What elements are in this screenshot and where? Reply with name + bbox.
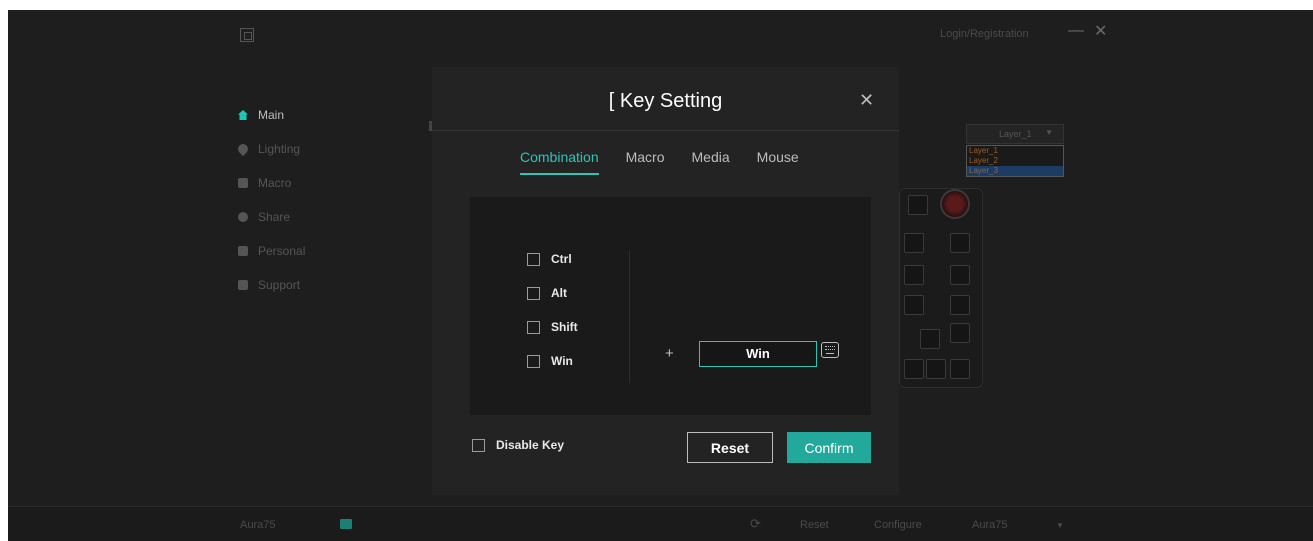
keyboard-key[interactable]	[950, 359, 970, 379]
sidebar-item-main[interactable]: Main	[238, 98, 305, 132]
close-icon[interactable]: ✕	[859, 90, 874, 111]
key-setting-dialog: [ Key Setting ✕ Combination Macro Media …	[432, 67, 899, 495]
sidebar-item-label: Lighting	[258, 142, 301, 156]
user-icon	[238, 246, 248, 256]
modifier-shift[interactable]: Shift	[527, 310, 578, 344]
sidebar-item-share[interactable]: Share	[238, 200, 305, 234]
modifier-label: Ctrl	[551, 252, 572, 266]
keyboard-key[interactable]	[950, 323, 970, 343]
layer-select-value: Layer_1	[999, 129, 1032, 139]
tab-media[interactable]: Media	[692, 149, 730, 175]
keyboard-key[interactable]	[950, 265, 970, 285]
tab-mouse[interactable]: Mouse	[757, 149, 799, 175]
login-link[interactable]: Login/Registration	[940, 28, 1029, 40]
sidebar-item-label: Macro	[258, 176, 292, 190]
modifier-ctrl[interactable]: Ctrl	[527, 242, 578, 276]
bottom-bar: Aura75 ⟳ Reset Configure Aura75 ▼	[8, 506, 1313, 541]
confirm-button[interactable]: Confirm	[787, 432, 871, 463]
win-checkbox[interactable]	[527, 354, 540, 368]
layer-option[interactable]: Layer_3	[967, 166, 1063, 176]
sidebar-item-label: Support	[258, 278, 301, 292]
keyboard-key[interactable]	[950, 233, 970, 253]
tab-bar: Combination Macro Media Mouse	[520, 149, 826, 175]
minimize-icon[interactable]: —	[1068, 22, 1084, 40]
home-icon	[238, 110, 248, 120]
sidebar-item-label: Share	[258, 210, 291, 224]
layer-select[interactable]: Layer_1 ▼	[966, 124, 1064, 144]
ctrl-checkbox[interactable]	[527, 252, 540, 266]
keyboard-key[interactable]	[904, 233, 924, 253]
modifier-alt[interactable]: Alt	[527, 276, 578, 310]
key-input[interactable]: Win	[699, 341, 817, 367]
bulb-icon	[235, 141, 251, 157]
reset-button[interactable]: Reset	[800, 519, 829, 531]
disable-key-checkbox[interactable]	[472, 438, 485, 452]
shift-checkbox[interactable]	[527, 320, 540, 334]
keyboard-key[interactable]	[920, 329, 940, 349]
keyboard-key[interactable]	[950, 295, 970, 315]
rotary-knob[interactable]	[940, 189, 970, 219]
modifier-label: Win	[551, 354, 573, 368]
app-window: Login/Registration — ✕ Main Lighting Mac…	[8, 10, 1313, 541]
sidebar-item-label: Personal	[258, 244, 306, 258]
layer-option[interactable]: Layer_1	[967, 146, 1063, 156]
sidebar-item-personal[interactable]: Personal	[238, 234, 305, 268]
caret-down-icon[interactable]: ▼	[1056, 521, 1064, 530]
layer-dropdown-list: Layer_1 Layer_2 Layer_3	[966, 145, 1064, 177]
divider	[432, 130, 899, 131]
sidebar-item-label: Main	[258, 108, 285, 122]
heart-icon	[238, 280, 248, 290]
layer-option[interactable]: Layer_2	[967, 156, 1063, 166]
divider	[629, 251, 630, 383]
keyboard-key[interactable]	[904, 359, 924, 379]
share-icon	[238, 212, 248, 222]
configure-button[interactable]: Configure	[874, 519, 922, 531]
keyboard-icon	[340, 519, 352, 529]
alt-checkbox[interactable]	[527, 286, 540, 300]
app-logo-icon	[240, 28, 254, 42]
keyboard-preview	[899, 188, 983, 388]
sidebar-item-lighting[interactable]: Lighting	[235, 132, 305, 166]
tab-combination[interactable]: Combination	[520, 149, 599, 175]
sidebar-item-macro[interactable]: Macro	[238, 166, 305, 200]
keyboard-key[interactable]	[926, 359, 946, 379]
modifier-win[interactable]: Win	[527, 344, 578, 378]
tab-macro[interactable]: Macro	[626, 149, 665, 175]
sidebar-item-support[interactable]: Support	[238, 268, 305, 302]
refresh-icon[interactable]: ⟳	[750, 516, 761, 532]
sidebar: Main Lighting Macro Share Personal Suppo…	[235, 98, 305, 302]
modifier-label: Shift	[551, 320, 578, 334]
caret-down-icon: ▼	[1045, 128, 1053, 137]
combination-panel: Ctrl Alt Shift Win + Win	[470, 197, 871, 415]
plus-sign: +	[665, 345, 674, 362]
device-name: Aura75	[240, 519, 276, 531]
disable-key-option[interactable]: Disable Key	[472, 438, 564, 452]
keyboard-picker-icon[interactable]	[821, 342, 839, 358]
keyboard-key[interactable]	[904, 265, 924, 285]
window-close-icon[interactable]: ✕	[1094, 21, 1107, 41]
modifier-label: Alt	[551, 286, 567, 300]
keyboard-key[interactable]	[908, 195, 928, 215]
modifier-list: Ctrl Alt Shift Win	[527, 242, 578, 378]
disable-key-label: Disable Key	[496, 438, 565, 452]
profile-select[interactable]: Aura75	[972, 519, 1007, 531]
dialog-title: [ Key Setting	[608, 90, 723, 112]
reset-button[interactable]: Reset	[687, 432, 773, 463]
macro-icon	[238, 178, 248, 188]
keyboard-key[interactable]	[904, 295, 924, 315]
